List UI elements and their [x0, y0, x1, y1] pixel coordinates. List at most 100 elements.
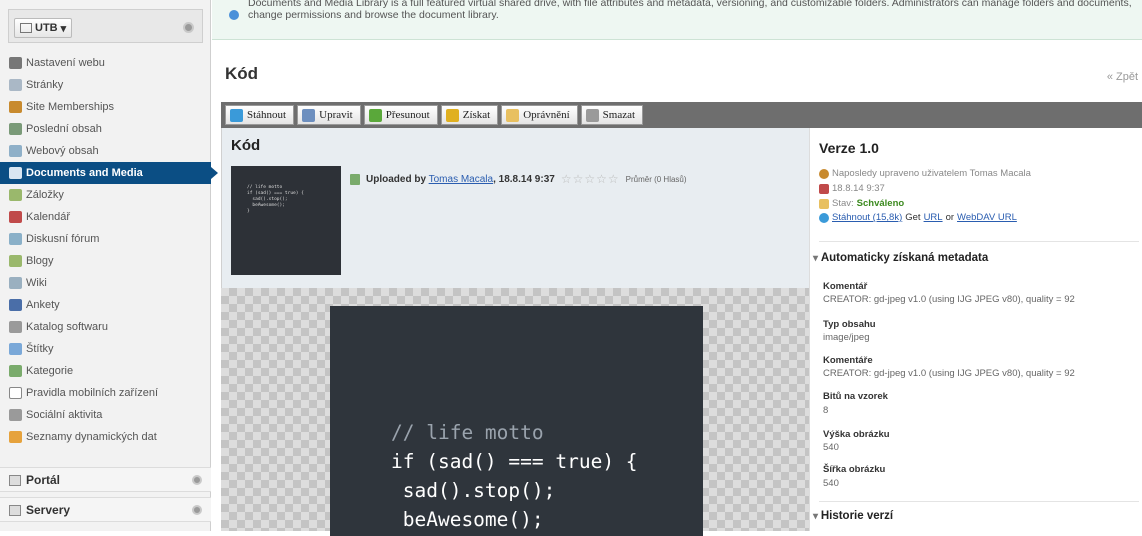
sidebar-item-label: Štítky	[26, 343, 54, 355]
download-button-label: Stáhnout	[247, 109, 287, 121]
upload-info: Uploaded by Tomas Macala, 18.8.14 9:37 ☆…	[350, 172, 687, 186]
users-icon	[9, 101, 22, 113]
site-icon	[20, 23, 32, 33]
document-thumbnail[interactable]: // life motto if (sad() === true) { sad(…	[231, 166, 341, 275]
preview-line: beAwesome();	[391, 508, 544, 531]
tags-icon	[9, 343, 22, 355]
section-portal-label: Portál	[26, 472, 61, 487]
rating-average: Průměr (0 Hlasů)	[625, 174, 687, 184]
categories-icon	[9, 365, 22, 377]
version-title: Verze 1.0	[819, 140, 879, 156]
lock-icon	[445, 108, 459, 122]
metadata-section-toggle[interactable]: Automaticky získaná metadata	[813, 252, 988, 264]
software-catalog-icon	[9, 321, 22, 333]
modified-date: 18.8.14 9:37	[819, 183, 885, 194]
status-icon	[819, 198, 829, 209]
delete-button[interactable]: Smazat	[580, 105, 644, 125]
sidebar-item-label: Wiki	[26, 277, 47, 289]
sidebar-item-label: Webový obsah	[26, 145, 99, 157]
metadata-label: Šířka obrázku	[823, 464, 886, 475]
site-dropdown-button[interactable]: UTB ▾	[14, 18, 73, 38]
document-icon	[350, 173, 360, 185]
preview-image: // life motto if (sad() === true) { sad(…	[330, 306, 703, 536]
metadata-label: Komentář	[823, 281, 868, 292]
sidebar-item-label: Blogy	[26, 255, 54, 267]
settings-icon	[9, 57, 22, 69]
site-label: UTB	[35, 22, 58, 34]
download-icon	[230, 108, 243, 122]
sidebar-item-documents-and-media[interactable]: Documents and Media	[0, 162, 218, 184]
sidebar-item-label: Pravidla mobilních zařízení	[26, 387, 159, 399]
move-icon	[368, 108, 382, 122]
permissions-button-label: Oprávnění	[523, 109, 570, 121]
section-portal-gear-icon[interactable]	[192, 475, 202, 485]
document-toolbar: Stáhnout Upravit Přesunout Získat Oprávn…	[221, 102, 1142, 128]
section-portal[interactable]: Portál	[0, 467, 211, 492]
sidebar-item-software-catalog[interactable]: Katalog softwaru	[0, 316, 211, 338]
status-line: Stav: Schváleno	[819, 198, 904, 209]
download-button[interactable]: Stáhnout	[225, 105, 295, 125]
move-button[interactable]: Přesunout	[363, 105, 438, 125]
sidebar-item-mobile-rules[interactable]: Pravidla mobilních zařízení	[0, 382, 211, 404]
section-servers-gear-icon[interactable]	[192, 505, 202, 515]
download-icon	[819, 212, 829, 223]
metadata-value: CREATOR: gd-jpeg v1.0 (using IJG JPEG v8…	[823, 294, 1075, 305]
section-servers[interactable]: Servery	[0, 497, 211, 522]
metadata-label: Komentáře	[823, 355, 873, 366]
modified-date-text: 18.8.14 9:37	[832, 183, 885, 194]
url-link[interactable]: URL	[924, 212, 943, 223]
checkout-button[interactable]: Získat	[440, 105, 499, 125]
preview-line: if (sad() === true) {	[391, 450, 638, 473]
sidebar-item-site-memberships[interactable]: Site Memberships	[0, 96, 211, 118]
gear-icon[interactable]	[183, 22, 194, 33]
sidebar-item-label: Katalog softwaru	[26, 321, 108, 333]
sidebar-item-social-activity[interactable]: Sociální aktivita	[0, 404, 211, 426]
back-link[interactable]: « Zpět	[1107, 71, 1138, 83]
sidebar-item-web-content[interactable]: Webový obsah	[0, 140, 211, 162]
sidebar-item-categories[interactable]: Kategorie	[0, 360, 211, 382]
site-admin-menu: Nastavení webu Stránky Site Memberships …	[0, 52, 218, 448]
metadata-value: 540	[823, 478, 839, 489]
sidebar-item-forum[interactable]: Diskusní fórum	[0, 228, 211, 250]
download-size-link[interactable]: Stáhnout (15,8k)	[832, 212, 902, 223]
sidebar-item-label: Poslední obsah	[26, 123, 102, 135]
last-modified-text: Naposledy upraveno uživatelem Tomas Maca…	[832, 168, 1031, 179]
version-history-toggle[interactable]: Historie verzí	[813, 510, 893, 522]
sidebar-item-calendar[interactable]: Kalendář	[0, 206, 211, 228]
edit-button[interactable]: Upravit	[297, 105, 361, 125]
metadata-value: image/jpeg	[823, 332, 870, 343]
rating-stars[interactable]: ☆☆☆☆☆	[561, 172, 620, 186]
sidebar-item-wiki[interactable]: Wiki	[0, 272, 211, 294]
document-header: Kód // life motto if (sad() === true) { …	[221, 128, 809, 288]
edit-icon	[302, 108, 316, 122]
get-label: Get	[905, 212, 921, 223]
sidebar-item-blogs[interactable]: Blogy	[0, 250, 211, 272]
sidebar-item-label: Diskusní fórum	[26, 233, 100, 245]
sidebar-item-recent-content[interactable]: Poslední obsah	[0, 118, 211, 140]
sidebar-item-bookmarks[interactable]: Záložky	[0, 184, 211, 206]
folder-icon	[9, 167, 22, 179]
sidebar-item-pages[interactable]: Stránky	[0, 74, 211, 96]
permissions-button[interactable]: Oprávnění	[501, 105, 578, 125]
mobile-rules-icon	[9, 387, 22, 399]
section-servers-label: Servery	[26, 502, 71, 517]
sidebar-item-tags[interactable]: Štítky	[0, 338, 211, 360]
info-message: Documents and Media Library is a full fe…	[212, 0, 1142, 40]
webdav-url-link[interactable]: WebDAV URL	[957, 212, 1017, 223]
wiki-icon	[9, 277, 22, 289]
sidebar-item-label: Nastavení webu	[26, 57, 105, 69]
trash-icon	[585, 108, 599, 122]
divider	[819, 241, 1139, 242]
sidebar-item-settings[interactable]: Nastavení webu	[0, 52, 211, 74]
sidebar-item-polls[interactable]: Ankety	[0, 294, 211, 316]
uploader-link[interactable]: Tomas Macala	[429, 174, 493, 185]
metadata-label: Bitů na vzorek	[823, 391, 888, 402]
image-preview: // life motto if (sad() === true) { sad(…	[221, 288, 809, 536]
sidebar-item-label: Stránky	[26, 79, 64, 91]
recent-content-icon	[9, 123, 22, 135]
web-content-icon	[9, 145, 22, 157]
sidebar-item-dynamic-data-lists[interactable]: Seznamy dynamických dat	[0, 426, 211, 448]
social-activity-icon	[9, 409, 22, 421]
uploaded-by-label: Uploaded by	[366, 173, 427, 185]
or-label: or	[945, 212, 955, 223]
